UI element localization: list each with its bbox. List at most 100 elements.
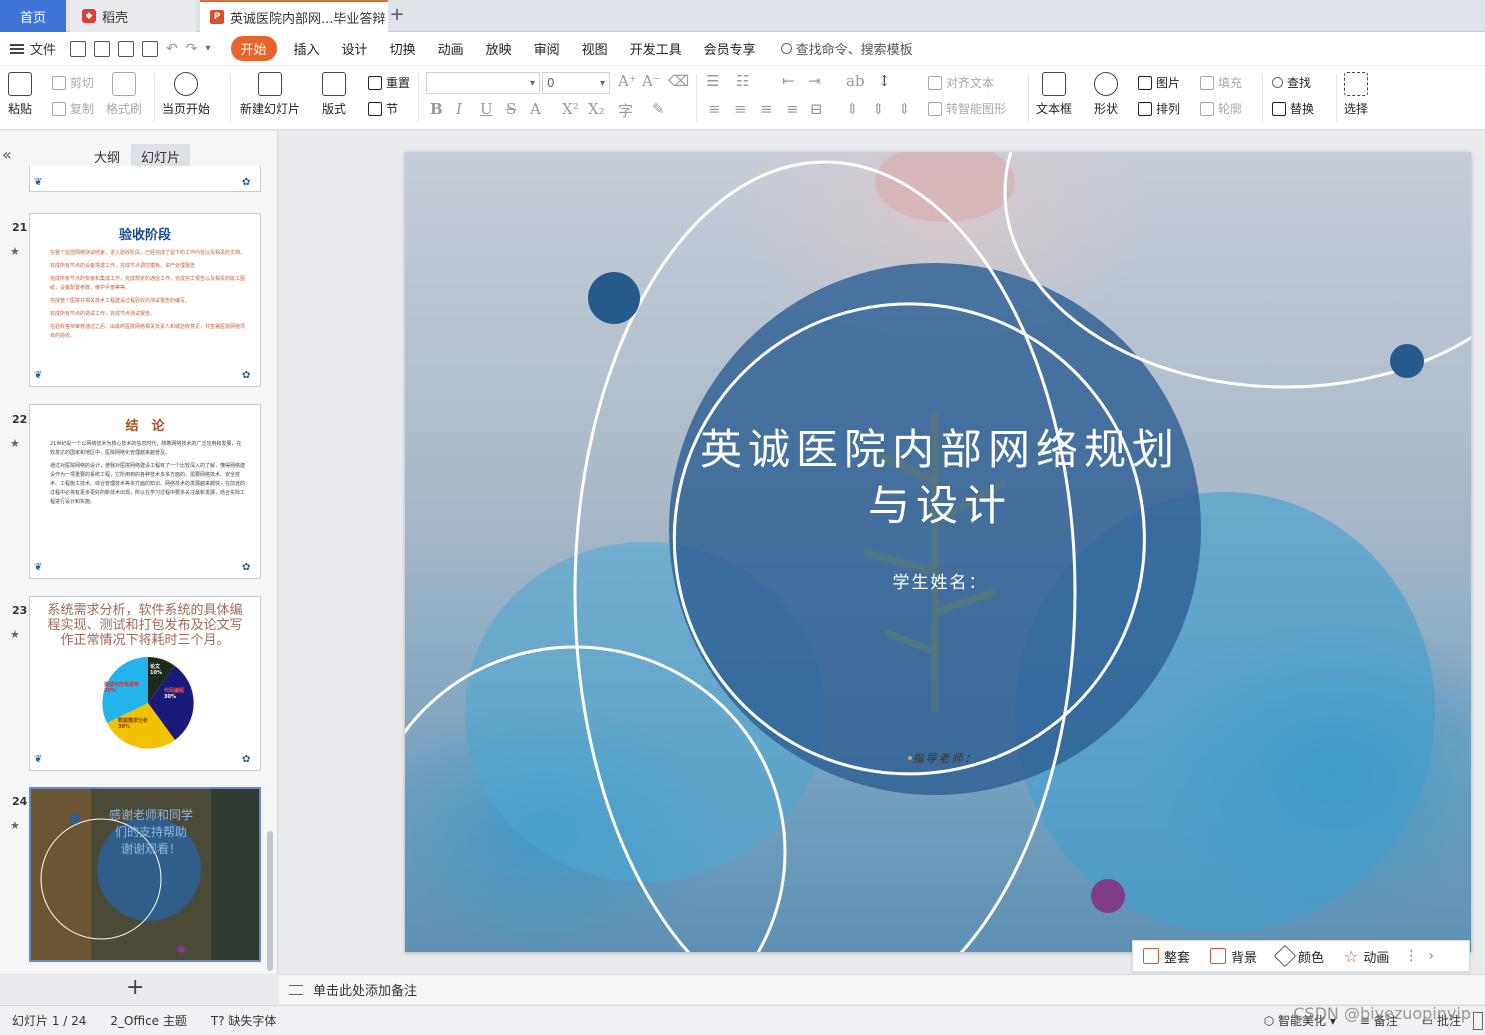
columns-icon[interactable]: ⇕ xyxy=(898,100,911,118)
reset-button[interactable]: 重置 xyxy=(368,74,410,91)
tab-document[interactable]: P 英诚医院内部网...毕业答辩pp xyxy=(200,0,388,32)
tab-docer[interactable]: ◆ 稻壳 xyxy=(70,0,196,32)
textbox-button[interactable]: 文本框 xyxy=(1036,72,1072,117)
undo-icon[interactable]: ↶ xyxy=(166,41,178,57)
save-icon[interactable] xyxy=(70,40,87,57)
divider xyxy=(154,74,155,122)
fb-background-button[interactable]: 背景 xyxy=(1200,947,1267,966)
panel-scrollbar[interactable] xyxy=(267,831,273,971)
student-name-label[interactable]: 学生姓名： xyxy=(805,568,1075,593)
tab-bar: 首页 ◆ 稻壳 P 英诚医院内部网...毕业答辩pp + xyxy=(0,0,1485,32)
fb-animation-button[interactable]: ☆ 动画 xyxy=(1334,947,1399,966)
bullet-list-icon[interactable]: ☰ xyxy=(706,72,719,90)
format-painter-button[interactable]: 格式刷 xyxy=(106,72,142,117)
new-tab-button[interactable]: + xyxy=(388,4,406,25)
slide-title[interactable]: 英诚医院内部网络规划与设计 xyxy=(685,422,1195,534)
new-slide-button[interactable]: 新建幻灯片 xyxy=(240,72,300,117)
print-icon[interactable] xyxy=(118,40,135,57)
font-size-select[interactable]: 0 xyxy=(542,72,610,94)
distribute-icon[interactable]: ⊟ xyxy=(810,100,823,118)
increase-indent-icon[interactable]: ⇥ xyxy=(808,72,821,90)
column-spacing-icon[interactable]: ⇕ xyxy=(872,100,885,118)
slide-thumbnail-24[interactable]: 感谢老师和同学 们的支持帮助 谢谢观看！ xyxy=(29,787,261,962)
thumb-title: 验收阶段 xyxy=(118,228,171,243)
menu-tab-insert[interactable]: 插入 xyxy=(283,39,331,58)
picture-button[interactable]: 图片 xyxy=(1138,74,1180,91)
strikethrough-icon[interactable]: S xyxy=(506,100,516,118)
play-from-current-button[interactable]: 当页开始 xyxy=(162,72,210,117)
decrease-indent-icon[interactable]: ⇤ xyxy=(782,72,795,90)
print-preview-icon[interactable] xyxy=(142,40,159,57)
layout-label: 版式 xyxy=(322,102,347,116)
increase-font-icon[interactable]: A⁺ xyxy=(618,72,637,90)
phonetic-icon[interactable]: 字 xyxy=(618,100,633,121)
menu-tab-design[interactable]: 设计 xyxy=(331,39,379,58)
fb-color-button[interactable]: 颜色 xyxy=(1267,944,1334,968)
arrange-button[interactable]: 排列 xyxy=(1138,100,1180,117)
more-options-icon[interactable]: ⋮ xyxy=(1399,948,1423,964)
copy-button[interactable]: 复制 xyxy=(52,100,94,117)
menu-tab-transition[interactable]: 切换 xyxy=(379,39,427,58)
line-spacing-icon[interactable]: ↕ xyxy=(878,72,891,90)
decrease-font-icon[interactable]: A⁻ xyxy=(642,72,661,90)
replace-button[interactable]: 替换 xyxy=(1272,100,1314,117)
menu-tab-animation[interactable]: 动画 xyxy=(427,39,475,58)
pie-label: 论文 10% xyxy=(150,663,162,676)
shape-button[interactable]: 形状 xyxy=(1094,72,1118,117)
slide-thumbnail-20[interactable]: ❦ ✿ xyxy=(29,166,261,192)
font-color-icon[interactable]: A xyxy=(530,100,541,118)
menu-tab-view[interactable]: 视图 xyxy=(571,39,619,58)
advisor-label[interactable]: 指导老师： xyxy=(835,750,1055,766)
align-center-icon[interactable]: ≡ xyxy=(734,100,747,118)
menu-tab-home[interactable]: 开始 xyxy=(230,36,277,61)
collapse-panel-icon[interactable]: « xyxy=(2,145,12,164)
slide-thumbnail-23[interactable]: 系统需求分析，软件系统的具体编程实现、测试和打包发布及论文写作正常情况下将耗时三… xyxy=(29,596,261,771)
smart-art-button[interactable]: 转智能图形 xyxy=(928,100,1006,117)
fb-template-button[interactable]: 整套 xyxy=(1133,947,1200,966)
ribbon-tabs: 开始 插入 设计 切换 动画 放映 审阅 视图 开发工具 会员专享 xyxy=(230,36,767,61)
customize-chevron-icon[interactable]: ▾ xyxy=(205,43,210,54)
fill-button[interactable]: 填充 xyxy=(1200,74,1242,91)
bold-icon[interactable]: B xyxy=(430,100,443,118)
align-left-icon[interactable]: ≡ xyxy=(708,100,721,118)
command-search[interactable]: 查找命令、搜索模板 xyxy=(780,39,913,58)
cut-button[interactable]: 剪切 xyxy=(52,74,94,91)
numbered-list-icon[interactable]: ☷ xyxy=(736,72,749,90)
current-slide[interactable]: 英诚医院内部网络规划与设计 学生姓名： 指导老师： xyxy=(405,152,1471,952)
paragraph-spacing-icon[interactable]: ⇕ xyxy=(846,100,859,118)
status-bar: 幻灯片 1 / 24 2_Office 主题 T? 缺失字体 ⬡ 智能美化 ▾ … xyxy=(0,1005,1485,1035)
export-pdf-icon[interactable] xyxy=(94,40,111,57)
shape-label: 形状 xyxy=(1094,102,1119,116)
notes-pane[interactable]: 单击此处添加备注 xyxy=(279,974,1485,1004)
missing-font-button[interactable]: T? 缺失字体 xyxy=(199,1012,289,1029)
italic-icon[interactable]: I xyxy=(456,100,462,118)
file-menu[interactable]: 文件 xyxy=(10,39,56,58)
redo-icon[interactable]: ↷ xyxy=(186,41,198,57)
font-family-select[interactable] xyxy=(426,72,540,94)
menu-tab-review[interactable]: 审阅 xyxy=(523,39,571,58)
outline-button[interactable]: 轮廓 xyxy=(1200,100,1242,117)
superscript-icon[interactable]: X² xyxy=(562,100,579,118)
paste-button[interactable]: 粘贴 xyxy=(8,72,32,117)
subscript-icon[interactable]: X₂ xyxy=(588,100,605,118)
align-text-button[interactable]: 对齐文本 xyxy=(928,74,994,91)
add-slide-button[interactable]: + xyxy=(126,975,144,1000)
underline-icon[interactable]: U xyxy=(480,100,493,118)
menu-tab-slideshow[interactable]: 放映 xyxy=(475,39,523,58)
menu-tab-developer[interactable]: 开发工具 xyxy=(619,39,693,58)
section-button[interactable]: 节 xyxy=(368,100,398,117)
align-right-icon[interactable]: ≡ xyxy=(760,100,773,118)
slide-thumbnail-21[interactable]: 验收阶段 在整个监控网络测试结束，进入验收阶段，已经完成了留下的工作内容以及相关… xyxy=(29,213,261,387)
layout-button[interactable]: 版式 xyxy=(322,72,346,117)
tab-home[interactable]: 首页 xyxy=(0,0,66,32)
normal-view-icon[interactable] xyxy=(1473,1011,1483,1030)
chevron-right-icon[interactable]: › xyxy=(1423,948,1439,964)
highlight-icon[interactable]: ✎ xyxy=(652,100,665,118)
select-button[interactable]: 选择 xyxy=(1344,72,1368,117)
menu-tab-member[interactable]: 会员专享 xyxy=(693,39,767,58)
slide-thumbnail-22[interactable]: 结 论 21世纪是一个以网络技术为核心技术的信息时代，随着网络技术的广泛应用和发… xyxy=(29,404,261,579)
text-direction-icon[interactable]: ab xyxy=(846,72,865,90)
justify-icon[interactable]: ≡ xyxy=(786,100,799,118)
clear-format-icon[interactable]: ⌫ xyxy=(668,72,689,90)
find-button[interactable]: 查找 xyxy=(1272,74,1311,91)
